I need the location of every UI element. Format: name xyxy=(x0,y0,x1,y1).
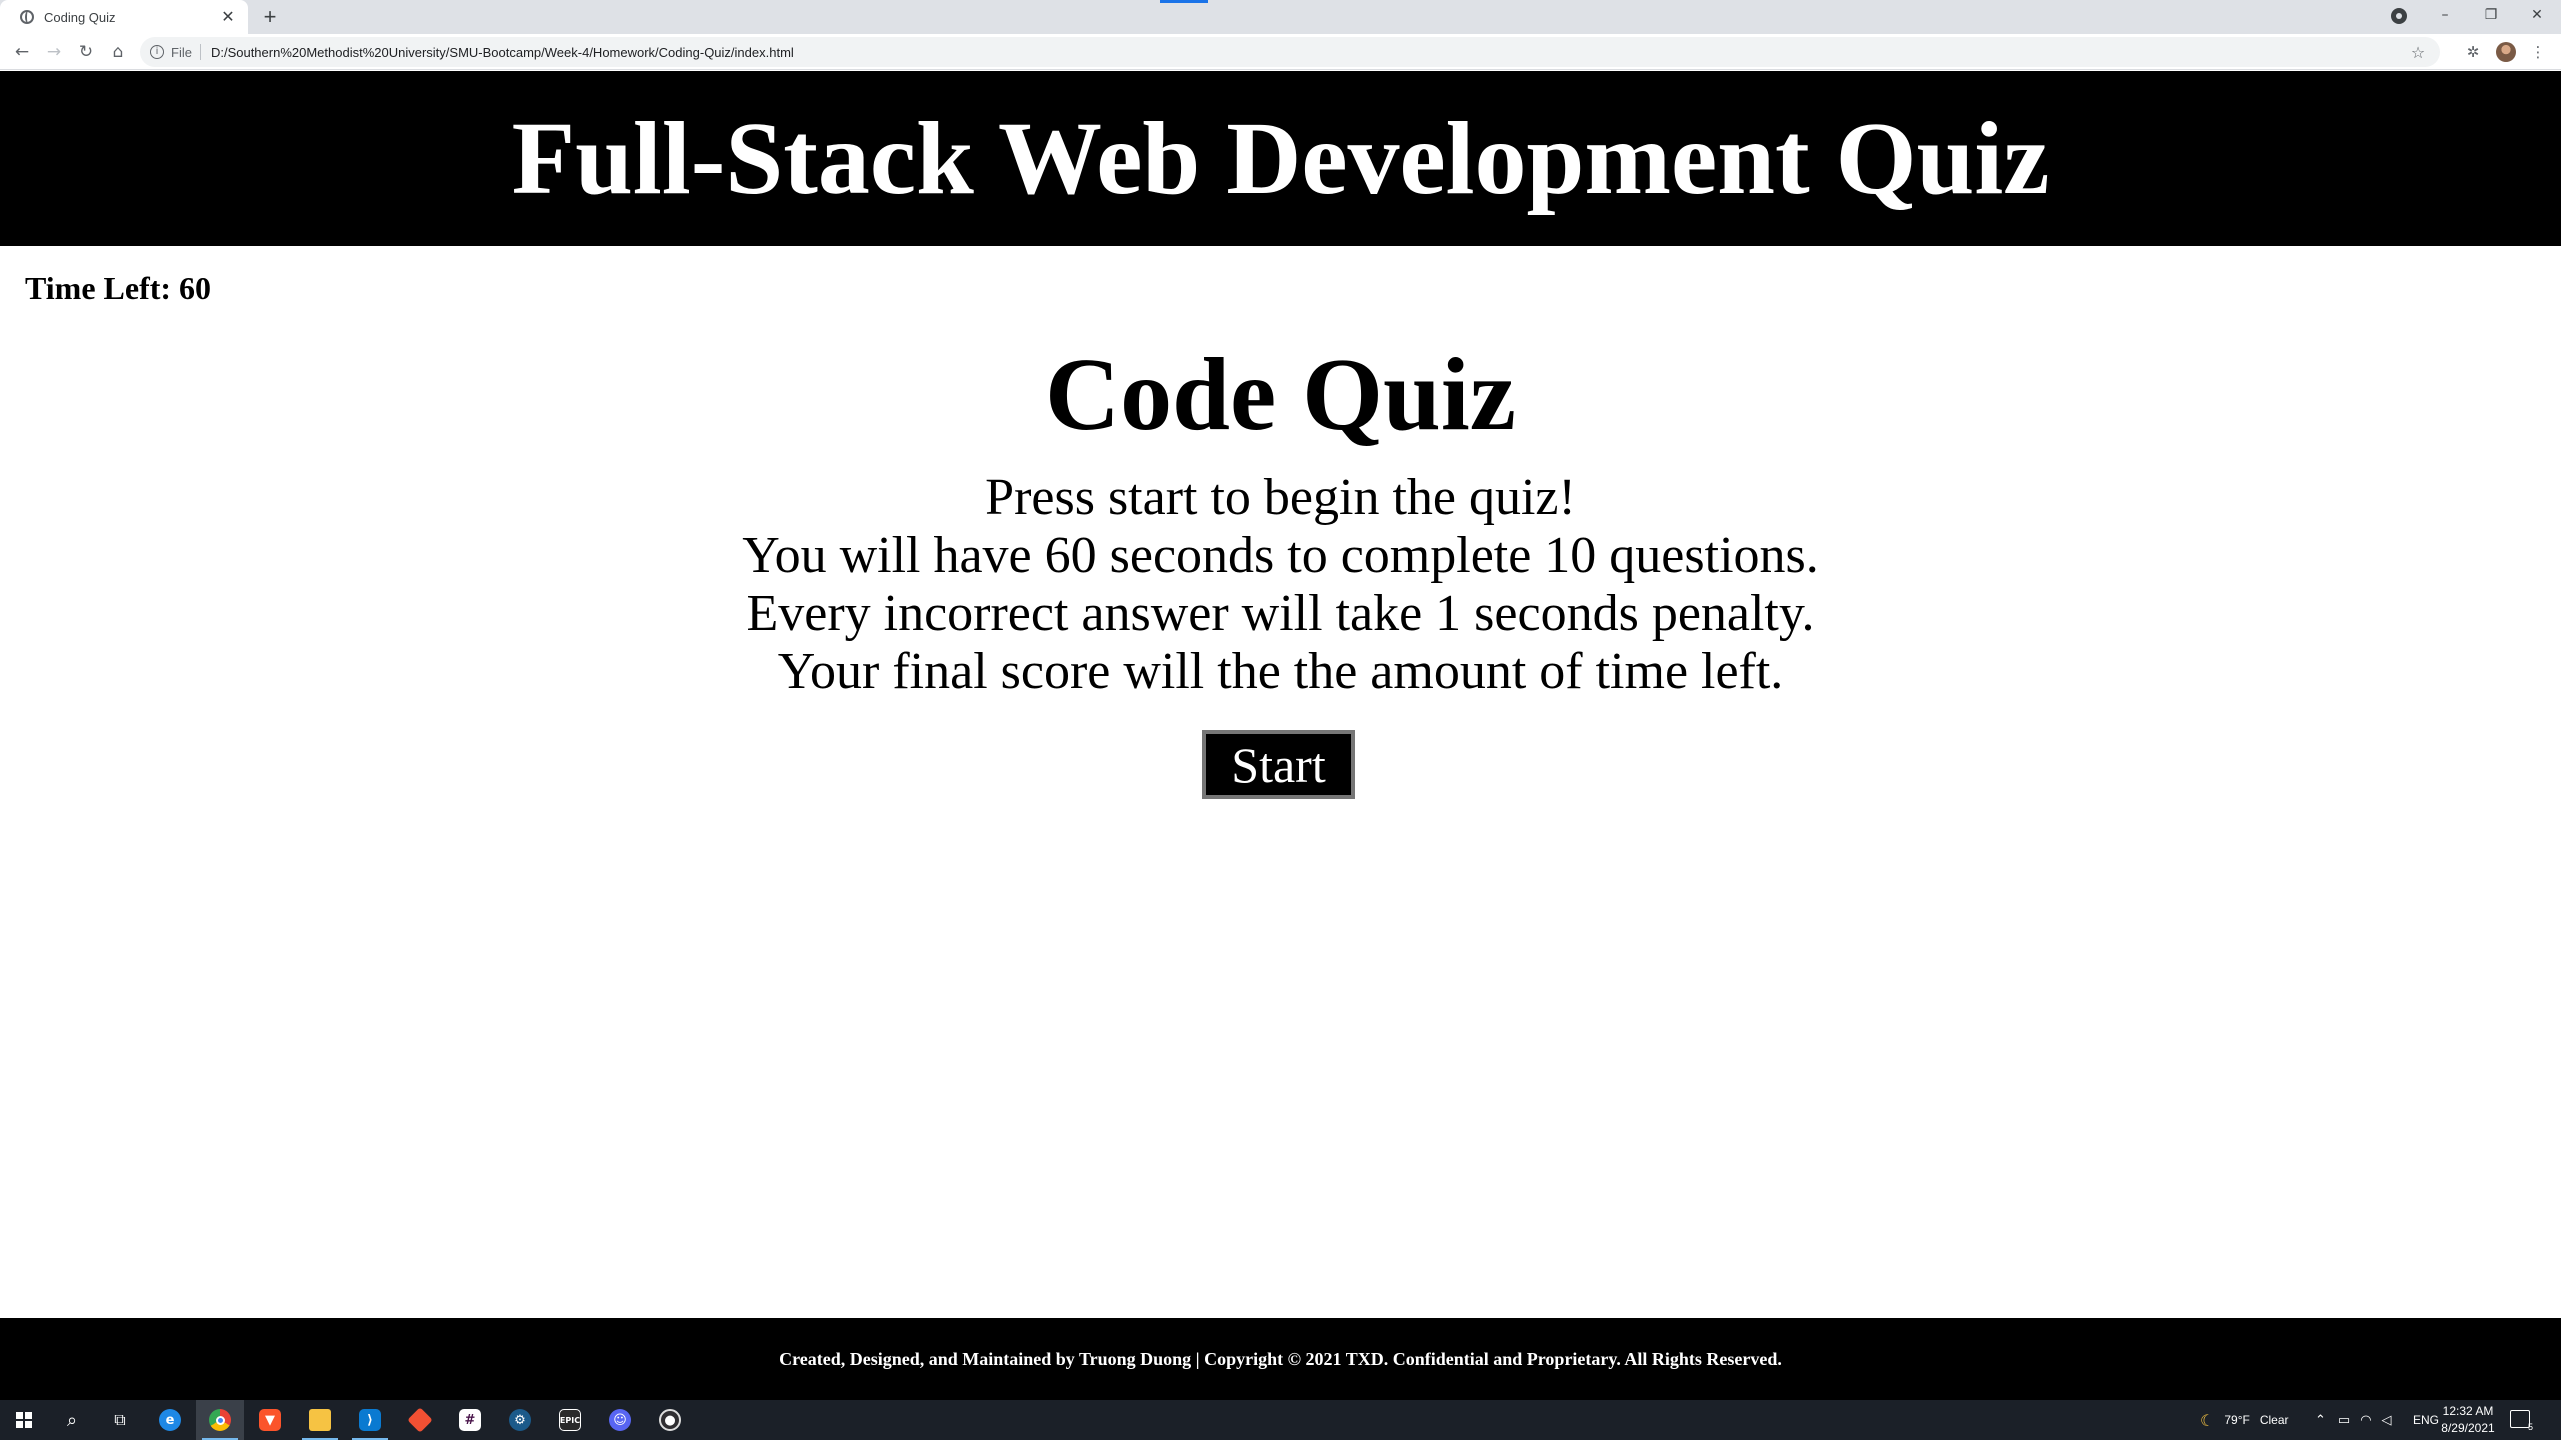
home-button[interactable]: ⌂ xyxy=(104,38,132,66)
timer: Time Left: 60 xyxy=(25,270,211,307)
clock[interactable]: 12:32 AM 8/29/2021 xyxy=(2438,1403,2498,1437)
tab-title: Coding Quiz xyxy=(44,9,116,25)
taskbar-file-explorer[interactable] xyxy=(296,1400,344,1440)
tray-icons: ⌃ ▭ ◠ ◁ xyxy=(2315,1400,2402,1440)
forward-button[interactable]: → xyxy=(40,38,68,66)
tab-close-icon[interactable]: ✕ xyxy=(218,7,238,27)
display-icon[interactable]: ▭ xyxy=(2338,1413,2350,1428)
instruction-line: Press start to begin the quiz! xyxy=(985,469,1576,526)
discord-icon: ☺ xyxy=(609,1409,631,1431)
reload-button[interactable]: ↻ xyxy=(72,38,100,66)
address-bar[interactable]: i File D:/Southern%20Methodist%20Univers… xyxy=(140,37,2440,67)
browser-tab-strip: Coding Quiz ✕ + – ❐ ✕ xyxy=(0,0,2561,34)
edge-icon: e xyxy=(159,1409,181,1431)
volume-icon[interactable]: ◁ xyxy=(2382,1413,2392,1428)
browser-tab[interactable]: Coding Quiz ✕ xyxy=(0,0,248,34)
epic-games-icon: EPIC xyxy=(559,1409,581,1431)
address-divider xyxy=(199,44,201,60)
instruction-line: Every incorrect answer will take 1 secon… xyxy=(746,585,1815,642)
minimize-button[interactable]: – xyxy=(2422,0,2468,30)
brave-icon: ▼ xyxy=(259,1409,281,1431)
extensions-icon[interactable]: ✲ xyxy=(2461,40,2485,64)
address-scheme: File xyxy=(171,44,192,60)
search-icon[interactable]: ⌕ xyxy=(48,1400,96,1440)
close-window-button[interactable]: ✕ xyxy=(2514,0,2560,30)
menu-kebab-icon[interactable]: ⋮ xyxy=(2526,40,2550,64)
instructions: Press start to begin the quiz! You will … xyxy=(0,469,2561,701)
notification-icon[interactable]: 5 xyxy=(2510,1410,2533,1432)
weather-desc: Clear xyxy=(2259,1413,2289,1427)
chevron-up-icon[interactable]: ⌃ xyxy=(2315,1413,2326,1428)
vscode-icon: ⟩ xyxy=(359,1409,381,1431)
taskbar-slack[interactable]: # xyxy=(446,1400,494,1440)
weather-widget[interactable]: ☾ 79°F Clear xyxy=(2200,1400,2289,1440)
notification-count: 5 xyxy=(2527,1422,2533,1432)
taskbar-obs[interactable]: ● xyxy=(646,1400,694,1440)
restore-button[interactable]: ❐ xyxy=(2468,0,2514,30)
windows-logo-icon xyxy=(16,1412,32,1428)
back-button[interactable]: ← xyxy=(8,38,36,66)
clock-time: 12:32 AM xyxy=(2442,1404,2494,1418)
browser-toolbar: ← → ↻ ⌂ i File D:/Southern%20Methodist%2… xyxy=(0,34,2561,70)
instruction-line: You will have 60 seconds to complete 10 … xyxy=(742,527,1819,584)
steam-icon: ⚙ xyxy=(509,1409,531,1431)
taskbar-brave[interactable]: ▼ xyxy=(246,1400,294,1440)
slack-icon: # xyxy=(459,1409,481,1431)
taskbar-edge[interactable]: e xyxy=(146,1400,194,1440)
network-icon[interactable]: ◠ xyxy=(2360,1413,2371,1428)
url-text[interactable]: D:/Southern%20Methodist%20University/SMU… xyxy=(211,45,2406,60)
chrome-icon xyxy=(209,1409,231,1431)
globe-icon xyxy=(20,10,34,24)
git-icon xyxy=(407,1407,433,1433)
folder-icon xyxy=(309,1409,331,1431)
site-footer: Created, Designed, and Maintained by Tru… xyxy=(0,1318,2561,1400)
taskbar-discord[interactable]: ☺ xyxy=(596,1400,644,1440)
quiz-title: Code Quiz xyxy=(1045,337,1516,452)
moon-icon: ☾ xyxy=(2200,1410,2215,1430)
taskbar-chrome[interactable] xyxy=(196,1400,244,1440)
site-header: Full-Stack Web Development Quiz xyxy=(0,71,2561,246)
instruction-line: Your final score will the the amount of … xyxy=(777,643,1784,700)
language-indicator[interactable]: ENG xyxy=(2413,1400,2439,1440)
profile-avatar[interactable] xyxy=(2496,42,2516,62)
taskbar-steam[interactable]: ⚙ xyxy=(496,1400,544,1440)
bookmark-star-icon[interactable]: ☆ xyxy=(2406,43,2430,62)
taskbar-vscode[interactable]: ⟩ xyxy=(346,1400,394,1440)
tab-search-icon[interactable] xyxy=(2391,8,2407,24)
weather-temp: 79°F xyxy=(2224,1413,2250,1427)
site-title: Full-Stack Web Development Quiz xyxy=(511,100,2050,216)
windows-taskbar: ⌕ ⧉ e ▼ ⟩ # ⚙ EPIC ☺ ● ☾ 79°F Clear ⌃ ▭ … xyxy=(0,1400,2561,1440)
tab-strip-highlight xyxy=(1160,0,1208,3)
page-viewport: Full-Stack Web Development Quiz Time Lef… xyxy=(0,71,2561,1400)
start-menu-button[interactable] xyxy=(0,1400,48,1440)
timer-value: 60 xyxy=(179,270,212,306)
timer-label: Time Left: xyxy=(25,270,172,306)
info-icon[interactable]: i xyxy=(150,45,164,59)
taskbar-epic-games[interactable]: EPIC xyxy=(546,1400,594,1440)
new-tab-button[interactable]: + xyxy=(258,4,282,29)
start-button[interactable]: Start xyxy=(1202,730,1355,799)
clock-date: 8/29/2021 xyxy=(2441,1421,2495,1435)
taskbar-git[interactable] xyxy=(396,1400,444,1440)
obs-icon: ● xyxy=(659,1409,681,1431)
task-view-icon[interactable]: ⧉ xyxy=(96,1400,144,1440)
footer-text: Created, Designed, and Maintained by Tru… xyxy=(779,1348,1782,1369)
